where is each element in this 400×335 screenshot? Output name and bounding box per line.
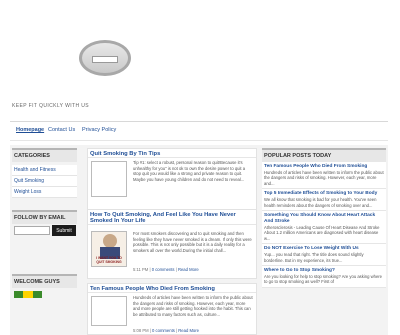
category-link[interactable]: Quit Smoking (12, 176, 77, 187)
top-navigation: Homepage Contact Us Privacy Policy (10, 121, 388, 141)
categories-title: CATEGORIES (12, 148, 77, 162)
popular-posts-widget: POPULAR POSTS TODAY Ten Famous People Wh… (262, 148, 386, 288)
popular-post-item: Ten Famous People Who Died From Smoking … (262, 162, 386, 190)
post-title[interactable]: Ten Famous People Who Died From Smoking (88, 284, 256, 293)
post-title[interactable]: Quit Smoking By Tin Tips (88, 149, 256, 158)
email-field[interactable] (14, 226, 50, 235)
post-card: How To Quit Smoking, And Feel Like You H… (87, 209, 257, 279)
nav-contact-us[interactable]: Contact Us (48, 127, 75, 133)
post-time: 5:11 PM (133, 267, 149, 272)
post-title[interactable]: How To Quit Smoking, And Feel Like You H… (88, 210, 256, 225)
popular-posts-title: POPULAR POSTS TODAY (262, 148, 386, 162)
post-comments-link[interactable]: 0 comments (152, 328, 175, 333)
thumbnail-caption: I WANT YOU TO QUIT SMOKING (96, 256, 122, 265)
post-card: Ten Famous People Who Died From Smoking … (87, 283, 257, 335)
nav-privacy-policy[interactable]: Privacy Policy (82, 127, 116, 133)
popular-post-snippet: Are you looking for help to stop smoking… (264, 274, 383, 285)
site-logo[interactable] (79, 40, 131, 76)
welcome-title: WELCOME GUYS (12, 274, 77, 288)
post-meta: 5:08 PM | 0 comments | Read More (133, 328, 199, 333)
post-excerpt: For most smokers discovering and to quit… (133, 231, 252, 253)
submit-button[interactable]: Submit (52, 225, 76, 236)
post-comments-link[interactable]: 0 comments (152, 267, 175, 272)
post-thumbnail[interactable]: I WANT YOU TO QUIT SMOKING (91, 231, 127, 267)
popular-post-snippet: Yup... you read that right. The title do… (264, 252, 364, 263)
welcome-badge (14, 291, 42, 298)
popular-post-item: Top 5 Immediate Effects of Smoking to Yo… (262, 189, 386, 212)
post-thumbnail[interactable] (91, 296, 127, 326)
popular-post-snippet: We all know that smoking is bad for your… (264, 197, 377, 208)
post-excerpt: Hundreds of articles have been written t… (133, 295, 253, 317)
post-thumbnail[interactable] (91, 161, 127, 197)
popular-post-link[interactable]: Something You Should Know About Heart At… (264, 213, 384, 225)
left-sidebar: CATEGORIES Health and Fitness Quit Smoki… (12, 148, 77, 227)
popular-post-item: Do NOT Exercise To Lose Weight With Us Y… (262, 244, 386, 267)
site-tagline: KEEP FIT QUICKLY WITH US (12, 103, 90, 109)
popular-post-snippet: Atherosclerosis - Leading Cause Of Heart… (264, 225, 380, 241)
follow-by-email-title: FOLLOW BY EMAIL (12, 210, 77, 224)
popular-post-item: Something You Should Know About Heart At… (262, 211, 386, 245)
popular-post-item: Where to Go to Stop Smoking? Are you loo… (262, 266, 386, 288)
post-meta: 5:11 PM | 0 comments | Read More (133, 267, 199, 272)
welcome-widget: WELCOME GUYS (12, 274, 77, 291)
category-link[interactable]: Weight Loss (12, 187, 77, 198)
post-time: 5:08 PM (133, 328, 149, 333)
read-more-link[interactable]: Read More (178, 267, 199, 272)
uncle-sam-face-icon (103, 234, 117, 248)
category-link[interactable]: Health and Fitness (12, 165, 77, 176)
post-excerpt: Tip #1: select a robust, personal reason… (133, 160, 246, 182)
nav-homepage[interactable]: Homepage (16, 127, 44, 133)
logo-bar-shape (92, 56, 118, 63)
read-more-link[interactable]: Read More (178, 328, 199, 333)
popular-post-snippet: Hundreds of articles have been written t… (264, 170, 384, 186)
